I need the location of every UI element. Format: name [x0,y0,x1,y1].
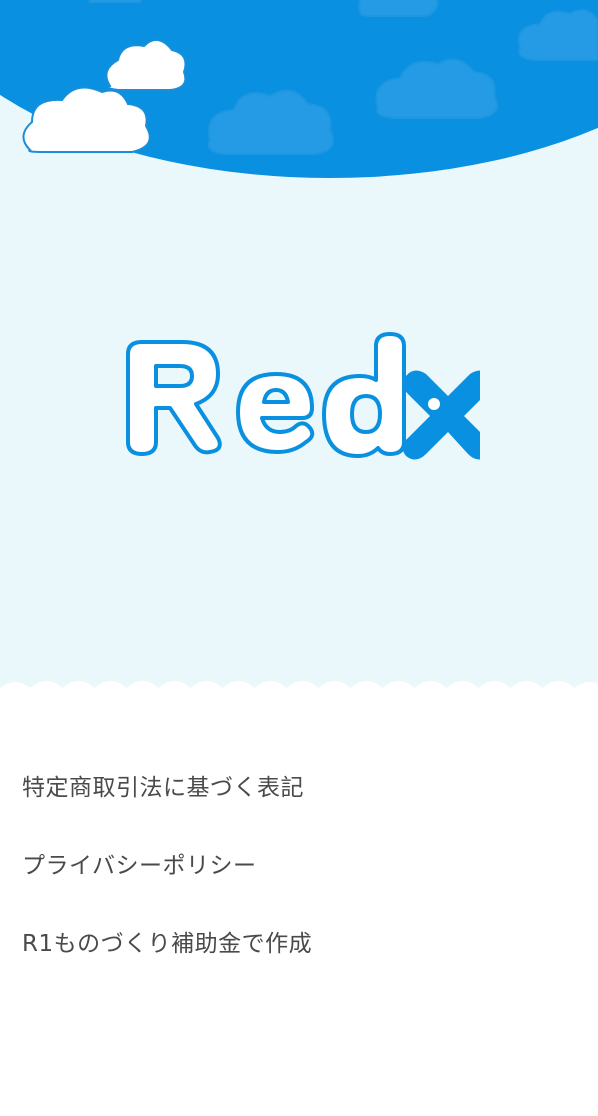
logo-x-mark [402,370,480,460]
link-privacy-policy[interactable]: プライバシーポリシー [22,846,257,880]
hero-section [0,0,598,700]
link-tokushoho[interactable]: 特定商取引法に基づく表記 [22,768,304,802]
cloud-divider [0,681,598,716]
redx-logo[interactable] [118,332,480,462]
link-subsidy-info[interactable]: R1ものづくり補助金で作成 [22,924,312,958]
